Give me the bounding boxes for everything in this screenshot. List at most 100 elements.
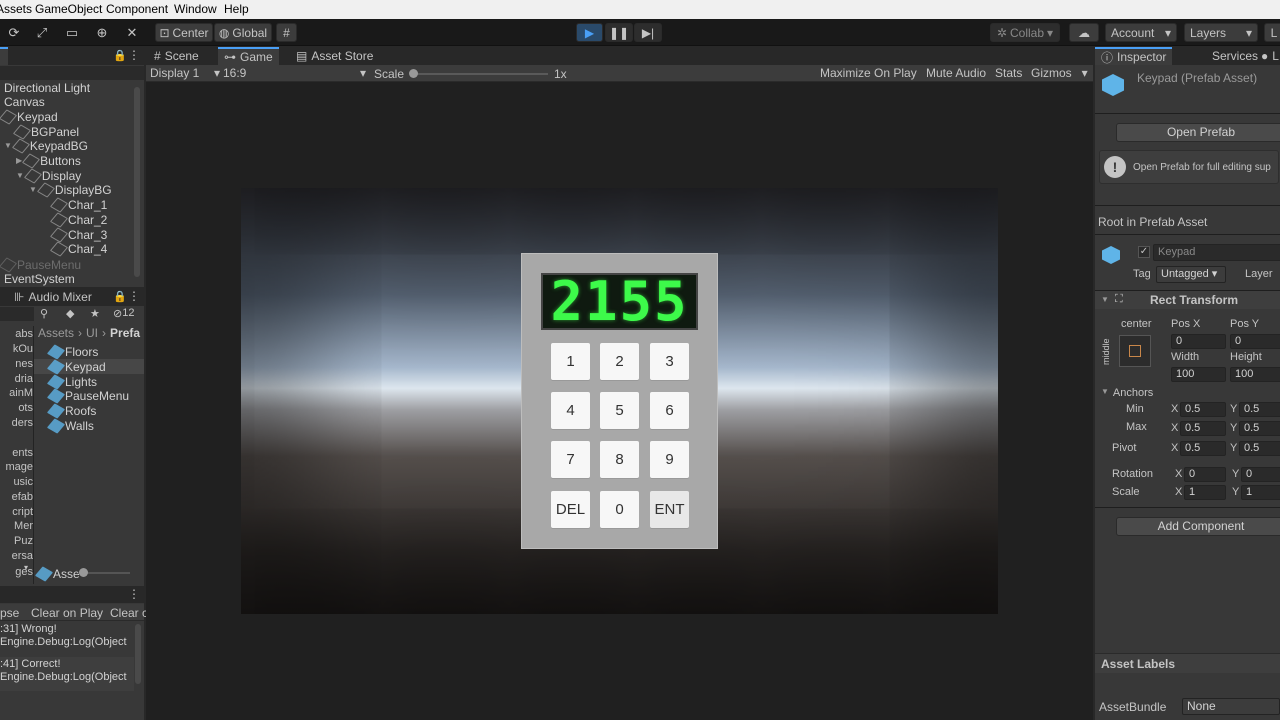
object-name-field[interactable]: Keypad <box>1153 244 1280 261</box>
key-ent-button[interactable]: ENT <box>650 491 689 528</box>
hierarchy-item[interactable]: Char_1 <box>49 196 107 213</box>
folder-item[interactable]: nes <box>15 358 33 370</box>
folder-item[interactable]: ents <box>12 447 33 459</box>
expand-arrow-icon[interactable]: ▼ <box>16 171 24 180</box>
key-8-button[interactable]: 8 <box>600 441 639 478</box>
folder-item[interactable]: Puz <box>14 535 33 547</box>
maximize-on-play-toggle[interactable]: Maximize On Play <box>820 66 917 80</box>
collapse-arrow-icon[interactable]: ▶ <box>16 156 22 165</box>
hierarchy-item[interactable]: ▼ KeypadBG <box>4 137 88 154</box>
folder-item[interactable]: dria <box>15 373 33 385</box>
more-icon[interactable]: ⋮ <box>128 587 140 601</box>
asset-item[interactable]: Lights <box>46 373 97 390</box>
expand-arrow-icon[interactable]: ▼ <box>1101 295 1109 304</box>
hierarchy-item[interactable]: Char_3 <box>49 226 107 243</box>
height-field[interactable]: 100 <box>1230 367 1280 382</box>
asset-item-selected[interactable]: Keypad <box>34 358 144 375</box>
console-log-entry[interactable]: :31] Wrong! Engine.Debug:Log(Object <box>0 622 134 656</box>
hierarchy-search[interactable] <box>0 66 144 80</box>
anchor-max-x-field[interactable]: 0.5 <box>1180 421 1226 436</box>
display-dropdown[interactable]: Display 1 ▾ <box>150 66 220 80</box>
folder-item[interactable]: ots <box>18 402 33 414</box>
tab-inspector[interactable]: ⓘ Inspector <box>1095 47 1173 65</box>
anchor-min-y-field[interactable]: 0.5 <box>1239 402 1280 417</box>
hierarchy-item[interactable]: ▼ Display <box>16 167 81 184</box>
folder-item[interactable]: ersa <box>12 550 33 562</box>
step-button[interactable]: ▶| <box>634 23 662 42</box>
assetbundle-dropdown[interactable]: None <box>1182 698 1280 715</box>
favorite-icon[interactable]: ★ <box>90 307 100 320</box>
rect-transform-header[interactable]: ▼ ⛶ Rect Transform <box>1095 291 1280 309</box>
tab-hierarchy[interactable] <box>0 47 8 65</box>
scale-tool-icon[interactable]: ⤢ <box>32 23 52 42</box>
key-2-button[interactable]: 2 <box>600 343 639 380</box>
lock-icon[interactable]: 🔒 <box>113 290 127 303</box>
scroll-down-icon[interactable]: ▾ <box>24 563 32 573</box>
key-3-button[interactable]: 3 <box>650 343 689 380</box>
width-field[interactable]: 100 <box>1171 367 1226 382</box>
transform-tool-icon[interactable]: ⊕ <box>92 23 112 42</box>
hierarchy-item[interactable]: ▼ DisplayBG <box>29 181 112 198</box>
hierarchy-item[interactable]: Canvas <box>4 94 45 109</box>
asset-item[interactable]: Walls <box>46 417 94 434</box>
key-9-button[interactable]: 9 <box>650 441 689 478</box>
tag-dropdown[interactable]: Untagged ▾ <box>1156 266 1226 283</box>
asset-item[interactable]: PauseMenu <box>46 387 129 404</box>
scale-x-field[interactable]: 1 <box>1184 485 1226 500</box>
breadcrumb-item[interactable]: UI <box>86 326 98 340</box>
key-del-button[interactable]: DEL <box>551 491 590 528</box>
aspect-dropdown[interactable]: 16:9 ▾ <box>223 66 366 80</box>
mute-audio-toggle[interactable]: Mute Audio <box>926 66 986 80</box>
anchor-max-y-field[interactable]: 0.5 <box>1239 421 1280 436</box>
folder-item[interactable]: Mer <box>14 520 33 532</box>
scene-filter-icon[interactable]: ⚲ <box>40 307 48 320</box>
account-dropdown[interactable]: Account ▾ <box>1105 23 1177 42</box>
key-5-button[interactable]: 5 <box>600 392 639 429</box>
open-prefab-button[interactable]: Open Prefab <box>1116 123 1280 142</box>
grid-snap-button[interactable]: # <box>276 23 297 42</box>
key-4-button[interactable]: 4 <box>551 392 590 429</box>
hierarchy-item[interactable]: Keypad <box>0 108 58 125</box>
hidden-count-badge[interactable]: ⊘ 12 <box>113 307 134 320</box>
pos-x-field[interactable]: 0 <box>1171 334 1226 349</box>
rotate-tool-icon[interactable]: ⟳ <box>4 23 24 42</box>
rotation-x-field[interactable]: 0 <box>1184 467 1226 482</box>
tab-scene[interactable]: # Scene <box>148 47 205 65</box>
key-1-button[interactable]: 1 <box>551 343 590 380</box>
pivot-y-field[interactable]: 0.5 <box>1239 441 1280 456</box>
asset-item[interactable]: Floors <box>46 343 98 360</box>
hierarchy-item[interactable]: Char_4 <box>49 240 107 257</box>
folder-item[interactable]: usic <box>13 476 33 488</box>
folder-item[interactable]: ainM <box>9 387 33 399</box>
active-checkbox[interactable]: ✓ <box>1138 246 1150 258</box>
layout-dropdown[interactable]: L <box>1264 23 1280 42</box>
scale-slider-handle[interactable] <box>409 69 418 78</box>
breadcrumb-item[interactable]: Assets <box>38 326 74 340</box>
menu-help[interactable]: Help <box>224 2 249 16</box>
hierarchy-item[interactable]: BGPanel <box>12 123 79 140</box>
play-button[interactable]: ▶ <box>576 23 603 42</box>
stats-toggle[interactable]: Stats <box>995 66 1022 80</box>
tab-lighting[interactable]: ● L <box>1255 47 1280 65</box>
more-icon[interactable]: ⋮ <box>128 48 140 62</box>
breadcrumb-item[interactable]: Prefa <box>110 326 140 340</box>
key-6-button[interactable]: 6 <box>650 392 689 429</box>
anchors-foldout[interactable]: ▼ Anchors <box>1101 387 1153 399</box>
key-0-button[interactable]: 0 <box>600 491 639 528</box>
console-scrollbar[interactable] <box>135 624 141 684</box>
hierarchy-item[interactable]: PauseMenu <box>0 256 81 273</box>
scale-y-field[interactable]: 1 <box>1241 485 1280 500</box>
more-icon[interactable]: ⋮ <box>128 289 140 303</box>
folder-item[interactable]: mage <box>5 461 33 473</box>
hierarchy-item[interactable]: EventSystem <box>4 271 75 286</box>
expand-arrow-icon[interactable]: ▼ <box>4 141 12 150</box>
console-log-entry[interactable]: :41] Correct! Engine.Debug:Log(Object <box>0 657 134 691</box>
lock-icon[interactable]: 🔒 <box>113 49 127 62</box>
asset-item[interactable]: Roofs <box>46 402 96 419</box>
gizmos-dropdown[interactable]: Gizmos ▾ <box>1031 66 1088 80</box>
hierarchy-item[interactable]: Char_2 <box>49 211 107 228</box>
key-7-button[interactable]: 7 <box>551 441 590 478</box>
anchor-min-x-field[interactable]: 0.5 <box>1180 402 1226 417</box>
asset-labels-header[interactable]: Asset Labels <box>1095 653 1280 673</box>
cloud-button[interactable]: ☁ <box>1069 23 1099 42</box>
